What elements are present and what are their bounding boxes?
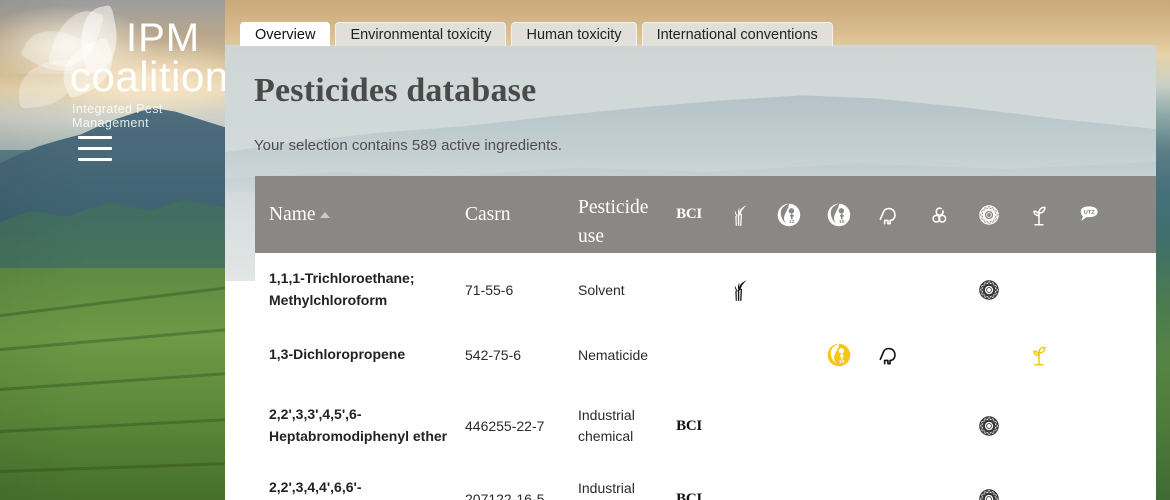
column-header-bci[interactable]: BCI — [664, 202, 714, 228]
column-header-pesticide-use[interactable]: Pesticide use — [578, 178, 664, 251]
cell-name: 2,2',3,4,4',6,6'-Heptabromodiphenyl ethe… — [269, 479, 362, 496]
cell-casrn: 71-55-6 — [465, 281, 514, 298]
cell-mandala — [964, 486, 1014, 500]
tab-bar: Overview Environmental toxicity Human to… — [240, 22, 838, 46]
cell-cotton — [714, 277, 764, 303]
mandala-flower-icon — [976, 486, 1002, 500]
tab-overview[interactable]: Overview — [240, 22, 331, 46]
column-header-utz[interactable]: UTZ — [1064, 202, 1114, 228]
cell-pesticide-use: Nematicide — [578, 346, 649, 363]
cell-pesticide-use: Solvent — [578, 281, 625, 298]
bci-logo-icon: BCI — [676, 417, 702, 434]
mandala-flower-icon — [976, 413, 1002, 439]
cell-name: 1,3-Dichloropropene — [269, 346, 406, 363]
tab-environmental-toxicity[interactable]: Environmental toxicity — [335, 22, 507, 46]
column-header-name-label: Name — [269, 203, 316, 225]
column-header-cotton[interactable] — [714, 202, 764, 228]
logo-tagline: Integrated Pest Management — [72, 102, 163, 130]
table-header-row: Name Casrn Pesticide use BCI 12 10 UTZ — [255, 176, 1156, 253]
cell-mandala — [964, 277, 1014, 303]
svg-text:12: 12 — [789, 219, 795, 225]
cell-casrn: 446255-22-7 — [465, 417, 545, 434]
pesticides-table: Name Casrn Pesticide use BCI 12 10 UTZ 1… — [255, 176, 1156, 500]
cell-mandala — [964, 413, 1014, 439]
column-header-casrn[interactable]: Casrn — [465, 204, 578, 226]
page-root: IPM coalition Integrated Pest Management… — [0, 0, 1170, 500]
tree-icon — [876, 342, 902, 368]
site-logo[interactable]: IPM coalition Integrated Pest Management — [8, 3, 228, 130]
column-header-fairtrade-12[interactable]: 12 — [764, 202, 814, 228]
hamburger-menu-icon[interactable] — [78, 136, 112, 162]
hamburger-bar — [78, 147, 112, 150]
table-row[interactable]: 1,3-Dichloropropene 542-75-6 Nematicide … — [255, 327, 1156, 383]
cell-bci: BCI — [664, 486, 714, 500]
cell-bci: BCI — [664, 413, 714, 439]
tree-icon — [876, 202, 902, 228]
column-header-sapling[interactable] — [1014, 202, 1064, 228]
mandala-flower-icon — [976, 277, 1002, 303]
svg-text:10: 10 — [839, 359, 845, 365]
bci-logo-icon: BCI — [676, 490, 702, 500]
column-header-mandala[interactable] — [964, 202, 1014, 228]
column-header-name[interactable]: Name — [255, 204, 465, 226]
tab-human-toxicity[interactable]: Human toxicity — [511, 22, 637, 46]
fairtrade-10-icon: 10 — [826, 342, 852, 368]
svg-text:10: 10 — [839, 219, 845, 225]
cell-tree — [864, 342, 914, 368]
cell-pesticide-use: Industrial chemical — [578, 480, 635, 496]
mandala-flower-icon — [976, 202, 1002, 228]
logo-name-line1: IPM — [126, 16, 201, 60]
column-header-globalgap[interactable] — [914, 202, 964, 228]
sapling-icon — [1026, 202, 1052, 228]
cotton-plant-icon — [726, 202, 752, 228]
logo-petal-icon — [15, 59, 79, 109]
table-row[interactable]: 2,2',3,3',4,5',6-Heptabromodiphenyl ethe… — [255, 383, 1156, 469]
hamburger-bar — [78, 136, 112, 139]
logo-name-line2: coalition — [70, 53, 229, 100]
hamburger-bar — [78, 158, 112, 161]
fairtrade-10-icon: 10 — [826, 202, 852, 228]
column-header-fairtrade-10[interactable]: 10 — [814, 202, 864, 228]
sapling-icon — [1026, 342, 1052, 368]
table-row[interactable]: 2,2',3,4,4',6,6'-Heptabromodiphenyl ethe… — [255, 469, 1156, 500]
svg-text:UTZ: UTZ — [1084, 209, 1095, 215]
sort-ascending-icon — [319, 211, 330, 218]
page-title: Pesticides database — [254, 72, 537, 109]
tab-international-conventions[interactable]: International conventions — [641, 22, 833, 46]
cell-casrn: 207122-16-5 — [465, 490, 545, 500]
utz-logo-icon: UTZ — [1076, 202, 1102, 228]
fairtrade-12-icon: 12 — [776, 202, 802, 228]
bci-logo-icon: BCI — [676, 206, 702, 222]
selection-summary: Your selection contains 589 active ingre… — [254, 137, 562, 154]
globalgap-icon — [926, 202, 952, 228]
cell-name: 1,1,1-Trichloroethane; Methylchloroform — [269, 270, 415, 308]
cell-pesticide-use: Industrial chemical — [578, 407, 635, 444]
cell-fairtrade-10: 10 — [814, 342, 864, 368]
cell-name: 2,2',3,3',4,5',6-Heptabromodiphenyl ethe… — [269, 406, 448, 444]
table-row[interactable]: 1,1,1-Trichloroethane; Methylchloroform … — [255, 253, 1156, 327]
cotton-plant-icon — [726, 277, 752, 303]
content-panel: Pesticides database Your selection conta… — [225, 45, 1156, 500]
column-header-tree[interactable] — [864, 202, 914, 228]
cell-casrn: 542-75-6 — [465, 346, 522, 363]
cell-sapling — [1014, 342, 1064, 368]
